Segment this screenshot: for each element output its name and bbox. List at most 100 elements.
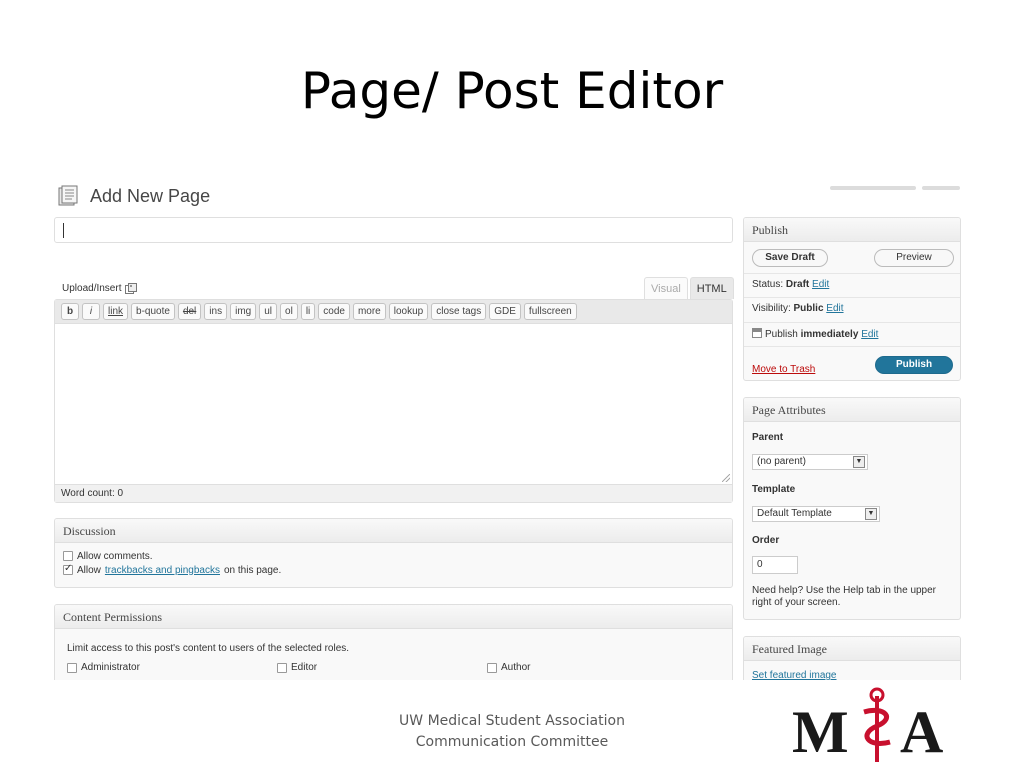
allow-comments-checkbox[interactable] xyxy=(63,551,73,561)
calendar-icon xyxy=(752,328,762,338)
parent-select[interactable]: (no parent) ▼ xyxy=(752,454,868,470)
publish-box: Publish Save Draft Preview Status: Draft… xyxy=(743,217,961,381)
move-to-trash-wrap: Move to Trash xyxy=(752,359,815,377)
featured-image-title[interactable]: Featured Image xyxy=(744,637,960,661)
publish-button[interactable]: Publish xyxy=(875,356,953,374)
quicktag-lookup-button[interactable]: lookup xyxy=(388,303,429,320)
word-count: Word count: 0 xyxy=(55,484,732,502)
save-draft-button[interactable]: Save Draft xyxy=(752,249,828,267)
divider xyxy=(744,273,960,274)
content-permissions-body: Limit access to this post's content to u… xyxy=(55,629,732,679)
visibility-row: Visibility: Public Edit xyxy=(752,303,844,314)
quicktag-b-button[interactable]: b xyxy=(61,303,79,320)
page-attributes-title[interactable]: Page Attributes xyxy=(744,398,960,422)
visibility-value: Public xyxy=(793,303,824,314)
quicktag-more-button[interactable]: more xyxy=(352,303,386,320)
wp-editor-screenshot: Add New Page Upload/Insert Visual HTML b… xyxy=(54,176,964,680)
allow-suffix: on this page. xyxy=(223,564,282,576)
divider xyxy=(744,346,960,347)
attributes-help-text: Need help? Use the Help tab in the upper… xyxy=(752,585,937,608)
publish-time-row: Publish immediately Edit xyxy=(752,328,878,340)
parent-label: Parent xyxy=(752,432,784,443)
publish-title[interactable]: Publish xyxy=(744,218,960,242)
quicktag-link-button[interactable]: link xyxy=(103,303,129,320)
role-author: Author xyxy=(487,662,697,673)
role-administrator-checkbox[interactable] xyxy=(67,662,77,673)
role-label: Editor xyxy=(291,662,318,673)
quicktag-GDE-button[interactable]: GDE xyxy=(489,303,521,320)
chevron-down-icon: ▼ xyxy=(865,508,877,520)
order-input[interactable]: 0 xyxy=(752,556,798,574)
status-label: Status: xyxy=(752,279,784,290)
chevron-down-icon: ▼ xyxy=(853,456,865,468)
template-value: Default Template xyxy=(757,508,832,519)
content-permissions-title[interactable]: Content Permissions xyxy=(55,605,732,629)
role-label: Author xyxy=(501,662,531,673)
page-heading: Add New Page xyxy=(90,185,211,206)
allow-trackbacks-checkbox[interactable] xyxy=(63,563,73,575)
allow-prefix: Allow xyxy=(77,564,101,576)
publish-time-value: immediately xyxy=(800,329,859,340)
role-editor: Editor xyxy=(277,662,487,673)
visibility-edit-link[interactable]: Edit xyxy=(826,303,843,314)
quicktag-code-button[interactable]: code xyxy=(318,303,350,320)
role-label: Administrator xyxy=(81,662,140,673)
quicktag-del-button[interactable]: del xyxy=(177,303,202,320)
preview-button[interactable]: Preview xyxy=(874,249,954,267)
svg-text:M: M xyxy=(792,699,849,765)
quicktag-li-button[interactable]: li xyxy=(300,303,316,320)
discussion-box: Discussion Allow comments. Allow trackba… xyxy=(54,518,733,588)
quicktag-img-button[interactable]: img xyxy=(230,303,257,320)
page-attributes-box: Page Attributes Parent (no parent) ▼ Tem… xyxy=(743,397,961,620)
quicktag-ol-button[interactable]: ol xyxy=(280,303,298,320)
role-author-checkbox[interactable] xyxy=(487,662,497,673)
divider xyxy=(744,322,960,323)
divider xyxy=(744,297,960,298)
roles-row: Administrator Editor Author xyxy=(67,662,724,673)
svg-text:A: A xyxy=(900,699,943,765)
quicktag-fullscreen-button[interactable]: fullscreen xyxy=(523,303,577,320)
set-featured-image-link[interactable]: Set featured image xyxy=(752,670,837,680)
caduceus-icon xyxy=(863,687,891,762)
quicktags-toolbar: b i link b-quote del ins img ul ol li code more look… xyxy=(55,300,732,324)
quicktag-i-button[interactable]: i xyxy=(82,303,100,320)
resize-handle-icon[interactable] xyxy=(722,474,730,482)
help-tab[interactable] xyxy=(922,186,960,190)
status-row: Status: Draft Edit xyxy=(752,279,829,290)
featured-image-box: Featured Image Set featured image xyxy=(743,636,961,680)
quicktag-b-quote-button[interactable]: b-quote xyxy=(131,303,175,320)
discussion-body: Allow comments. Allow trackbacks and pin… xyxy=(55,543,732,583)
publish-time-edit-link[interactable]: Edit xyxy=(861,329,878,340)
discussion-title[interactable]: Discussion xyxy=(55,519,732,543)
editor-box: b i link b-quote del ins img ul ol li code more look… xyxy=(54,299,733,503)
quicktag-close-tags-button[interactable]: close tags xyxy=(431,303,487,320)
text-caret xyxy=(63,223,64,238)
role-editor-checkbox[interactable] xyxy=(277,662,287,673)
pages-icon xyxy=(58,185,78,206)
editor-mode-tabs: Visual HTML xyxy=(644,277,734,299)
permissions-description: Limit access to this post's content to u… xyxy=(67,643,350,654)
publish-time-label: Publish xyxy=(765,329,798,340)
content-permissions-box: Content Permissions Limit access to this… xyxy=(54,604,733,680)
trackbacks-link[interactable]: trackbacks and pingbacks xyxy=(105,565,220,576)
visibility-label: Visibility: xyxy=(752,303,791,314)
quicktag-ul-button[interactable]: ul xyxy=(259,303,278,320)
role-administrator: Administrator xyxy=(67,662,277,673)
template-label: Template xyxy=(752,484,796,495)
allow-trackbacks-row: Allow trackbacks and pingbacks on this p… xyxy=(63,563,724,577)
quicktag-ins-button[interactable]: ins xyxy=(204,303,228,320)
parent-value: (no parent) xyxy=(757,456,806,467)
allow-comments-label: Allow comments. xyxy=(77,550,153,562)
status-edit-link[interactable]: Edit xyxy=(812,279,829,290)
slide-title: Page/ Post Editor xyxy=(300,62,724,120)
content-textarea[interactable] xyxy=(55,324,732,484)
tab-visual[interactable]: Visual xyxy=(644,277,688,299)
add-media-icon[interactable] xyxy=(125,283,138,294)
order-label: Order xyxy=(752,535,780,546)
screen-options-tab[interactable] xyxy=(830,186,916,190)
template-select[interactable]: Default Template ▼ xyxy=(752,506,880,522)
title-input[interactable] xyxy=(54,217,733,243)
status-value: Draft xyxy=(785,279,810,290)
tab-html[interactable]: HTML xyxy=(689,277,734,299)
move-to-trash-link[interactable]: Move to Trash xyxy=(752,364,815,375)
